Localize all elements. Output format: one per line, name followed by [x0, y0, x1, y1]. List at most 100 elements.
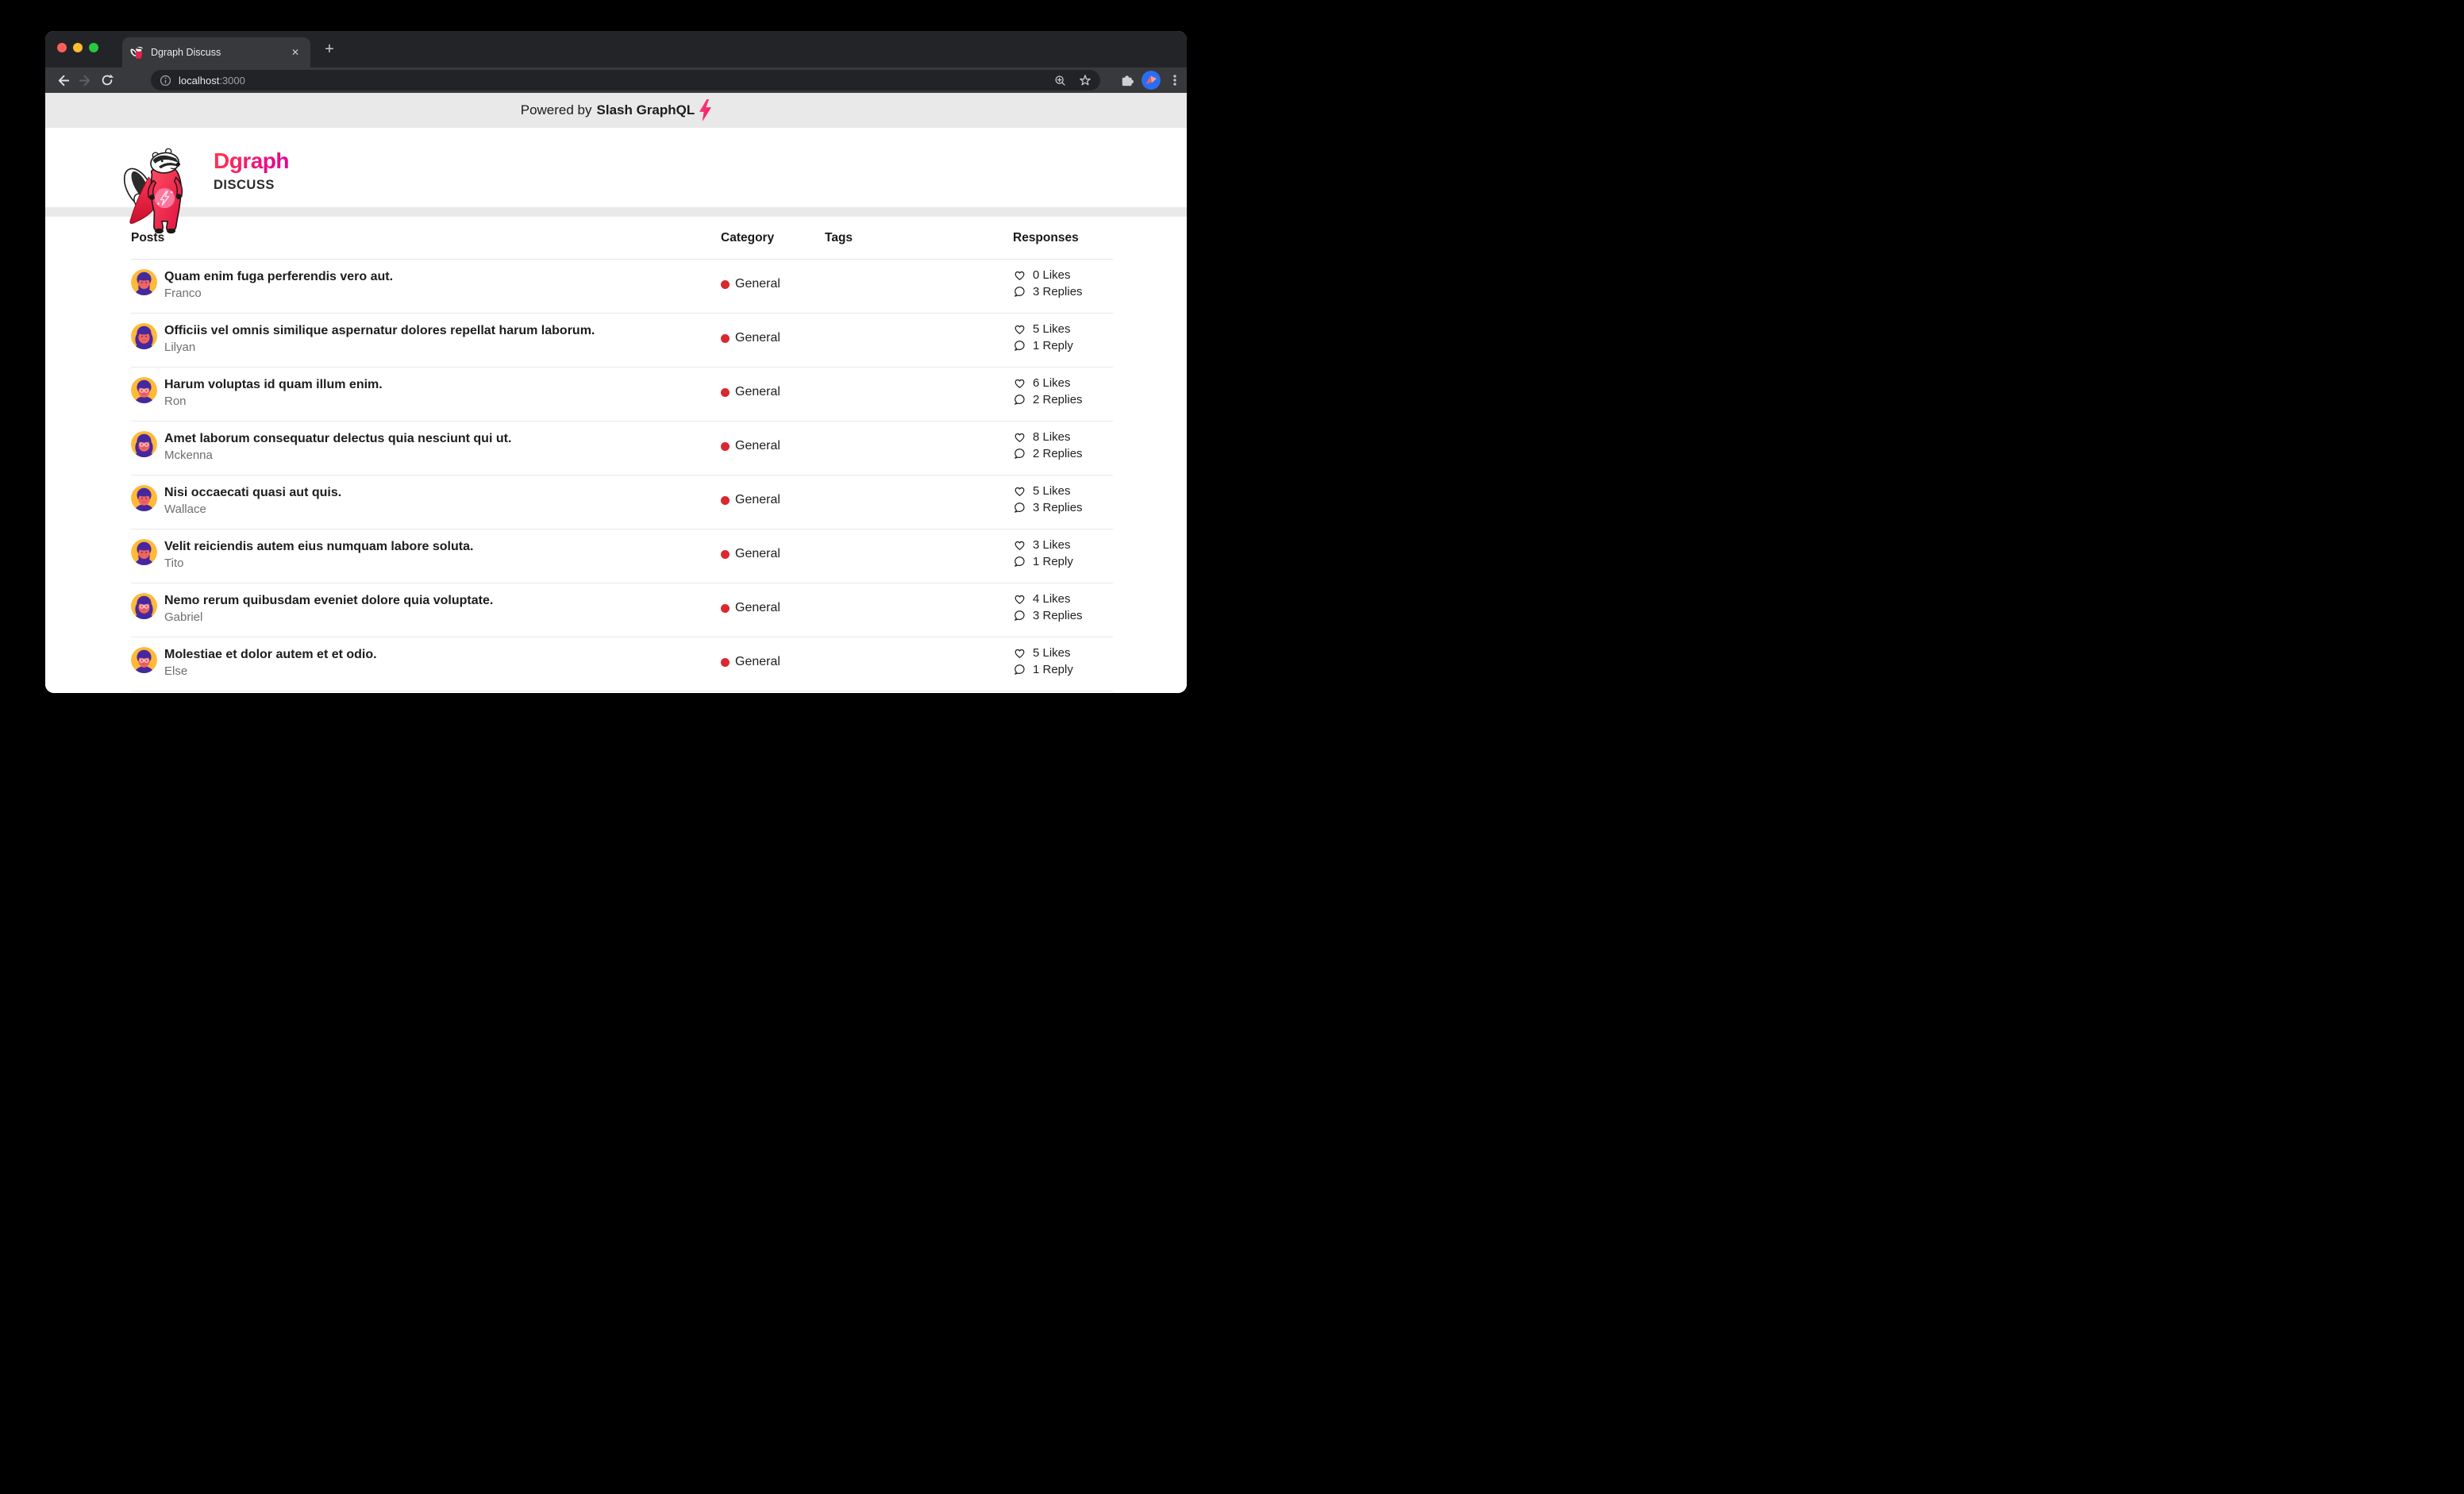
lightning-bolt-icon	[699, 99, 711, 121]
heart-icon	[1013, 268, 1026, 282]
user-avatar	[131, 485, 157, 511]
user-avatar	[131, 539, 157, 565]
bookmark-star-icon[interactable]	[1078, 73, 1092, 87]
post-title[interactable]: Harum voluptas id quam illum enim.	[164, 377, 383, 393]
category-dot	[721, 496, 730, 505]
replies-count: 2 Replies	[1033, 393, 1083, 406]
category-cell[interactable]: General	[721, 384, 825, 400]
post-author: Tito	[164, 555, 473, 572]
post-title[interactable]: Quam enim fuga perferendis vero aut.	[164, 269, 393, 285]
post-row[interactable]: Molestiae et dolor autem et et odio. Els…	[131, 637, 1113, 691]
post-author: Franco	[164, 285, 393, 302]
category-label: General	[735, 655, 780, 669]
heart-icon	[1013, 592, 1026, 606]
category-label: General	[735, 385, 780, 399]
replies-count: 1 Reply	[1033, 555, 1073, 568]
heart-icon	[1013, 484, 1026, 498]
tags-cell	[825, 422, 1013, 475]
reply-bubble-icon	[1013, 555, 1026, 568]
menu-dots-icon[interactable]	[1168, 73, 1182, 87]
post-title[interactable]: Nisi occaecati quasi aut quis.	[164, 485, 341, 501]
fullscreen-window-button[interactable]	[89, 43, 98, 52]
banner-prefix: Powered by	[521, 102, 592, 118]
dgraph-badger-logo[interactable]	[123, 147, 199, 237]
responses-cell: 5 Likes 1 Reply	[1013, 314, 1113, 367]
category-cell[interactable]: General	[721, 438, 825, 454]
site-brand[interactable]: Dgraph DISCUSS	[214, 148, 289, 193]
banner-brand: Slash GraphQL	[597, 102, 695, 118]
post-cell: Quam enim fuga perferendis vero aut. Fra…	[131, 260, 721, 313]
likes-count: 8 Likes	[1033, 430, 1071, 444]
column-header-category: Category	[721, 231, 825, 245]
post-row[interactable]: Velit reiciendis autem eius numquam labo…	[131, 529, 1113, 583]
tags-cell	[825, 529, 1013, 583]
url-bar[interactable]: localhost:3000	[151, 70, 1100, 90]
category-cell[interactable]: General	[721, 546, 825, 562]
post-row[interactable]: Officiis vel omnis similique aspernatur …	[131, 314, 1113, 368]
tab-title: Dgraph Discuss	[151, 47, 288, 58]
likes-count: 4 Likes	[1033, 592, 1071, 606]
profile-avatar[interactable]	[1142, 71, 1161, 90]
category-label: General	[735, 547, 780, 561]
url-host: localhost	[179, 75, 219, 87]
tags-cell	[825, 260, 1013, 313]
reply-bubble-icon	[1013, 285, 1026, 298]
category-dot	[721, 388, 730, 397]
category-cell[interactable]: General	[721, 276, 825, 292]
reply-bubble-icon	[1013, 609, 1026, 622]
table-header-row: Posts Category Tags Responses	[131, 217, 1113, 260]
site-title[interactable]: Dgraph	[214, 148, 289, 174]
heart-icon	[1013, 430, 1026, 444]
post-row[interactable]: Nemo rerum quibusdam eveniet dolore quia…	[131, 583, 1113, 637]
browser-tab[interactable]: Dgraph Discuss ✕	[122, 37, 310, 67]
forward-icon[interactable]	[74, 69, 96, 91]
post-row[interactable]: Amet laborum consequatur delectus quia n…	[131, 422, 1113, 476]
category-cell[interactable]: General	[721, 492, 825, 508]
user-avatar	[131, 593, 157, 619]
reply-bubble-icon	[1013, 393, 1026, 406]
responses-cell: 3 Likes 1 Reply	[1013, 529, 1113, 583]
reply-bubble-icon	[1013, 501, 1026, 514]
category-cell[interactable]: General	[721, 654, 825, 670]
user-avatar	[131, 647, 157, 673]
tags-cell	[825, 637, 1013, 691]
header-divider-band	[45, 207, 1187, 217]
category-cell[interactable]: General	[721, 600, 825, 616]
category-cell[interactable]: General	[721, 330, 825, 346]
post-author: Ron	[164, 393, 383, 410]
back-icon[interactable]	[52, 69, 74, 91]
post-cell: Harum voluptas id quam illum enim. Ron	[131, 368, 721, 421]
post-row[interactable]: Quam enim fuga perferendis vero aut. Fra…	[131, 260, 1113, 314]
post-title[interactable]: Amet laborum consequatur delectus quia n…	[164, 431, 511, 447]
zoom-icon[interactable]	[1053, 74, 1067, 87]
url-port: :3000	[219, 75, 245, 87]
browser-window: Dgraph Discuss ✕ +	[45, 31, 1187, 693]
likes-count: 6 Likes	[1033, 376, 1071, 390]
close-window-button[interactable]	[57, 43, 67, 52]
page-content: Powered by Slash GraphQL	[45, 93, 1187, 693]
reply-bubble-icon	[1013, 447, 1026, 460]
post-row[interactable]: Harum voluptas id quam illum enim. Ron G…	[131, 368, 1113, 422]
minimize-window-button[interactable]	[73, 43, 83, 52]
post-title[interactable]: Velit reiciendis autem eius numquam labo…	[164, 539, 473, 555]
tab-close-icon[interactable]: ✕	[288, 45, 302, 60]
reload-icon[interactable]	[96, 69, 118, 91]
replies-count: 1 Reply	[1033, 339, 1073, 352]
extensions-puzzle-icon[interactable]	[1119, 73, 1134, 88]
category-label: General	[735, 439, 780, 453]
info-icon[interactable]	[159, 74, 172, 87]
category-label: General	[735, 331, 780, 345]
heart-icon	[1013, 646, 1026, 660]
column-header-responses: Responses	[1013, 231, 1113, 245]
column-header-tags: Tags	[825, 231, 1013, 245]
responses-cell: 5 Likes 1 Reply	[1013, 637, 1113, 691]
post-row[interactable]: Nisi occaecati quasi aut quis. Wallace G…	[131, 476, 1113, 529]
post-title[interactable]: Officiis vel omnis similique aspernatur …	[164, 323, 595, 339]
likes-count: 0 Likes	[1033, 268, 1071, 282]
category-dot	[721, 442, 730, 451]
new-tab-button[interactable]: +	[320, 40, 339, 60]
window-controls	[57, 43, 98, 52]
user-avatar	[131, 323, 157, 349]
post-title[interactable]: Nemo rerum quibusdam eveniet dolore quia…	[164, 593, 493, 609]
post-title[interactable]: Molestiae et dolor autem et et odio.	[164, 647, 377, 663]
